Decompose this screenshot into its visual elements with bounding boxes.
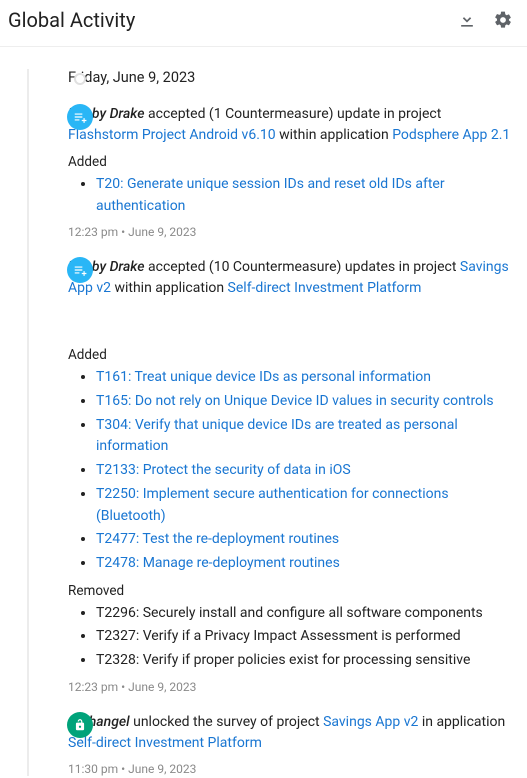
activity-summary: Archangel unlocked the survey of project… (68, 712, 515, 754)
added-list: T161: Treat unique device IDs as persona… (68, 367, 515, 574)
list-item[interactable]: T2133: Protect the security of data in i… (96, 460, 515, 482)
settings-icon[interactable] (491, 8, 515, 32)
list-item[interactable]: T161: Treat unique device IDs as persona… (96, 367, 515, 389)
timeline: Friday, June 9, 2023 Bobby Drake accepte… (0, 47, 527, 776)
activity-summary: Bobby Drake accepted (1 Countermeasure) … (68, 104, 515, 146)
app-link[interactable]: Podsphere App 2.1 (392, 127, 510, 143)
added-list: T20: Generate unique session IDs and res… (68, 174, 515, 217)
header: Global Activity (0, 0, 527, 47)
timestamp: 12:23 pm • June 9, 2023 (68, 225, 515, 239)
list-item[interactable]: T304: Verify that unique device IDs are … (96, 415, 515, 458)
timestamp: 11:30 pm • June 9, 2023 (68, 762, 515, 776)
list-plus-icon (67, 104, 93, 130)
app-link[interactable]: Self-direct Investment Platform (68, 735, 262, 751)
download-icon[interactable] (455, 8, 479, 32)
date-header: Friday, June 9, 2023 (52, 69, 515, 86)
list-item: T2328: Verify if proper policies exist f… (96, 650, 515, 672)
activity-item: Bobby Drake accepted (10 Countermeasure)… (52, 257, 515, 693)
added-label: Added (68, 154, 515, 170)
activity-item: Archangel unlocked the survey of project… (52, 712, 515, 776)
timeline-line (27, 69, 29, 776)
removed-list: T2296: Securely install and configure al… (68, 603, 515, 672)
activity-summary: Bobby Drake accepted (10 Countermeasure)… (68, 257, 515, 299)
timestamp: 12:23 pm • June 9, 2023 (68, 680, 515, 694)
list-item[interactable]: T165: Do not rely on Unique Device ID va… (96, 391, 515, 413)
date-row: Friday, June 9, 2023 (52, 69, 515, 86)
list-item: T2296: Securely install and configure al… (96, 603, 515, 625)
list-item: T2327: Verify if a Privacy Impact Assess… (96, 626, 515, 648)
list-item[interactable]: T2250: Implement secure authentication f… (96, 484, 515, 527)
app-link[interactable]: Self-direct Investment Platform (228, 280, 422, 296)
unlock-icon (67, 712, 93, 738)
added-label: Added (68, 347, 515, 363)
page-title: Global Activity (8, 8, 443, 32)
project-link[interactable]: Flashstorm Project Android v6.10 (68, 127, 276, 143)
removed-label: Removed (68, 583, 515, 599)
list-item[interactable]: T2477: Test the re-deployment routines (96, 529, 515, 551)
activity-item: Bobby Drake accepted (1 Countermeasure) … (52, 104, 515, 239)
list-item[interactable]: T20: Generate unique session IDs and res… (96, 174, 515, 217)
list-item[interactable]: T2478: Manage re-deployment routines (96, 553, 515, 575)
project-link[interactable]: Savings App v2 (323, 714, 418, 730)
date-marker (74, 73, 86, 85)
